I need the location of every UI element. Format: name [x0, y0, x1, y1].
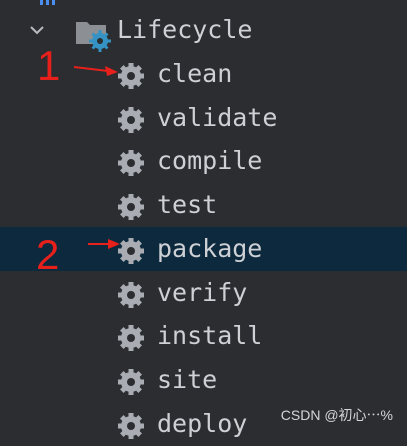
chevron-down-icon[interactable] — [28, 21, 46, 39]
tree-node-lifecycle[interactable]: Lifecycle — [0, 8, 407, 52]
gear-icon — [116, 148, 146, 178]
tree-node-label: install — [157, 321, 263, 351]
tree-node-label: verify — [157, 277, 248, 307]
tree-node-label: test — [157, 190, 218, 220]
annotation-number-1: 1 — [37, 42, 61, 89]
tree-node-test[interactable]: test — [0, 183, 407, 227]
watermark: CSDN @初心⋯% — [280, 407, 393, 423]
annotation-number-2: 2 — [36, 231, 60, 278]
tree-node-install[interactable]: install — [0, 314, 407, 358]
maven-lifecycle-folder-icon — [76, 22, 111, 52]
tree-node-label: site — [157, 364, 218, 394]
tree-node-label: clean — [157, 59, 233, 88]
tree-node-compile[interactable]: compile — [0, 139, 407, 183]
tree-node-package[interactable]: package — [0, 226, 407, 271]
annotation-arrow-2 — [88, 239, 120, 249]
tree-node-validate[interactable]: validate — [0, 96, 407, 140]
gear-icon — [116, 280, 146, 310]
tree-node-label: deploy — [157, 408, 248, 438]
gear-icon — [116, 192, 146, 222]
gear-icon — [116, 105, 146, 135]
gear-icon — [116, 323, 146, 353]
tree-node-label: compile — [157, 146, 263, 176]
gear-icon — [116, 411, 146, 441]
tree-node-label: Lifecycle — [117, 15, 253, 44]
annotation-arrow-1 — [73, 66, 118, 76]
gear-icon — [116, 367, 146, 397]
tree-node-label: package — [157, 233, 263, 263]
maven-lifecycle-tree: Lifecycle clean validate compile test packag… — [0, 0, 407, 439]
tree-node-verify[interactable]: verify — [0, 271, 407, 315]
tree-node-site[interactable]: site — [0, 358, 407, 402]
tree-node-clean[interactable]: clean — [0, 52, 407, 96]
tree-node-label: validate — [157, 102, 278, 132]
